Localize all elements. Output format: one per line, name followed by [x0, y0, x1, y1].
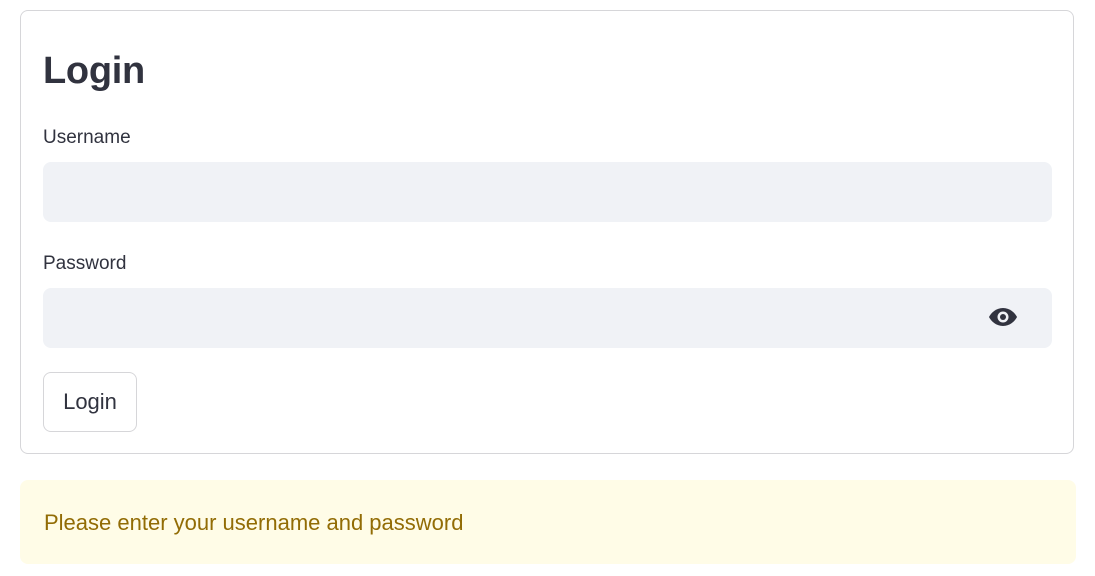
- login-button[interactable]: Login: [43, 372, 137, 432]
- alert-message: Please enter your username and password: [44, 510, 464, 535]
- form-title: Login: [43, 50, 145, 92]
- show-password-button[interactable]: [983, 303, 1023, 333]
- password-label: Password: [43, 253, 127, 274]
- username-label: Username: [43, 127, 131, 148]
- login-form: Login Username Password Login: [20, 10, 1074, 454]
- password-input[interactable]: [43, 288, 1052, 348]
- eye-icon: [988, 307, 1018, 330]
- username-input[interactable]: [43, 162, 1052, 222]
- warning-alert: Please enter your username and password: [20, 480, 1076, 564]
